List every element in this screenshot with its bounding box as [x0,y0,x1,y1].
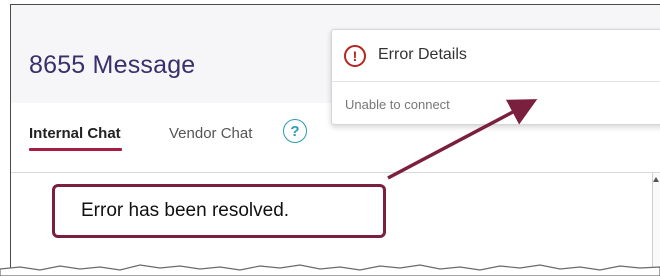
torn-edge [0,264,660,276]
callout-box: Error has been resolved. [52,184,386,238]
